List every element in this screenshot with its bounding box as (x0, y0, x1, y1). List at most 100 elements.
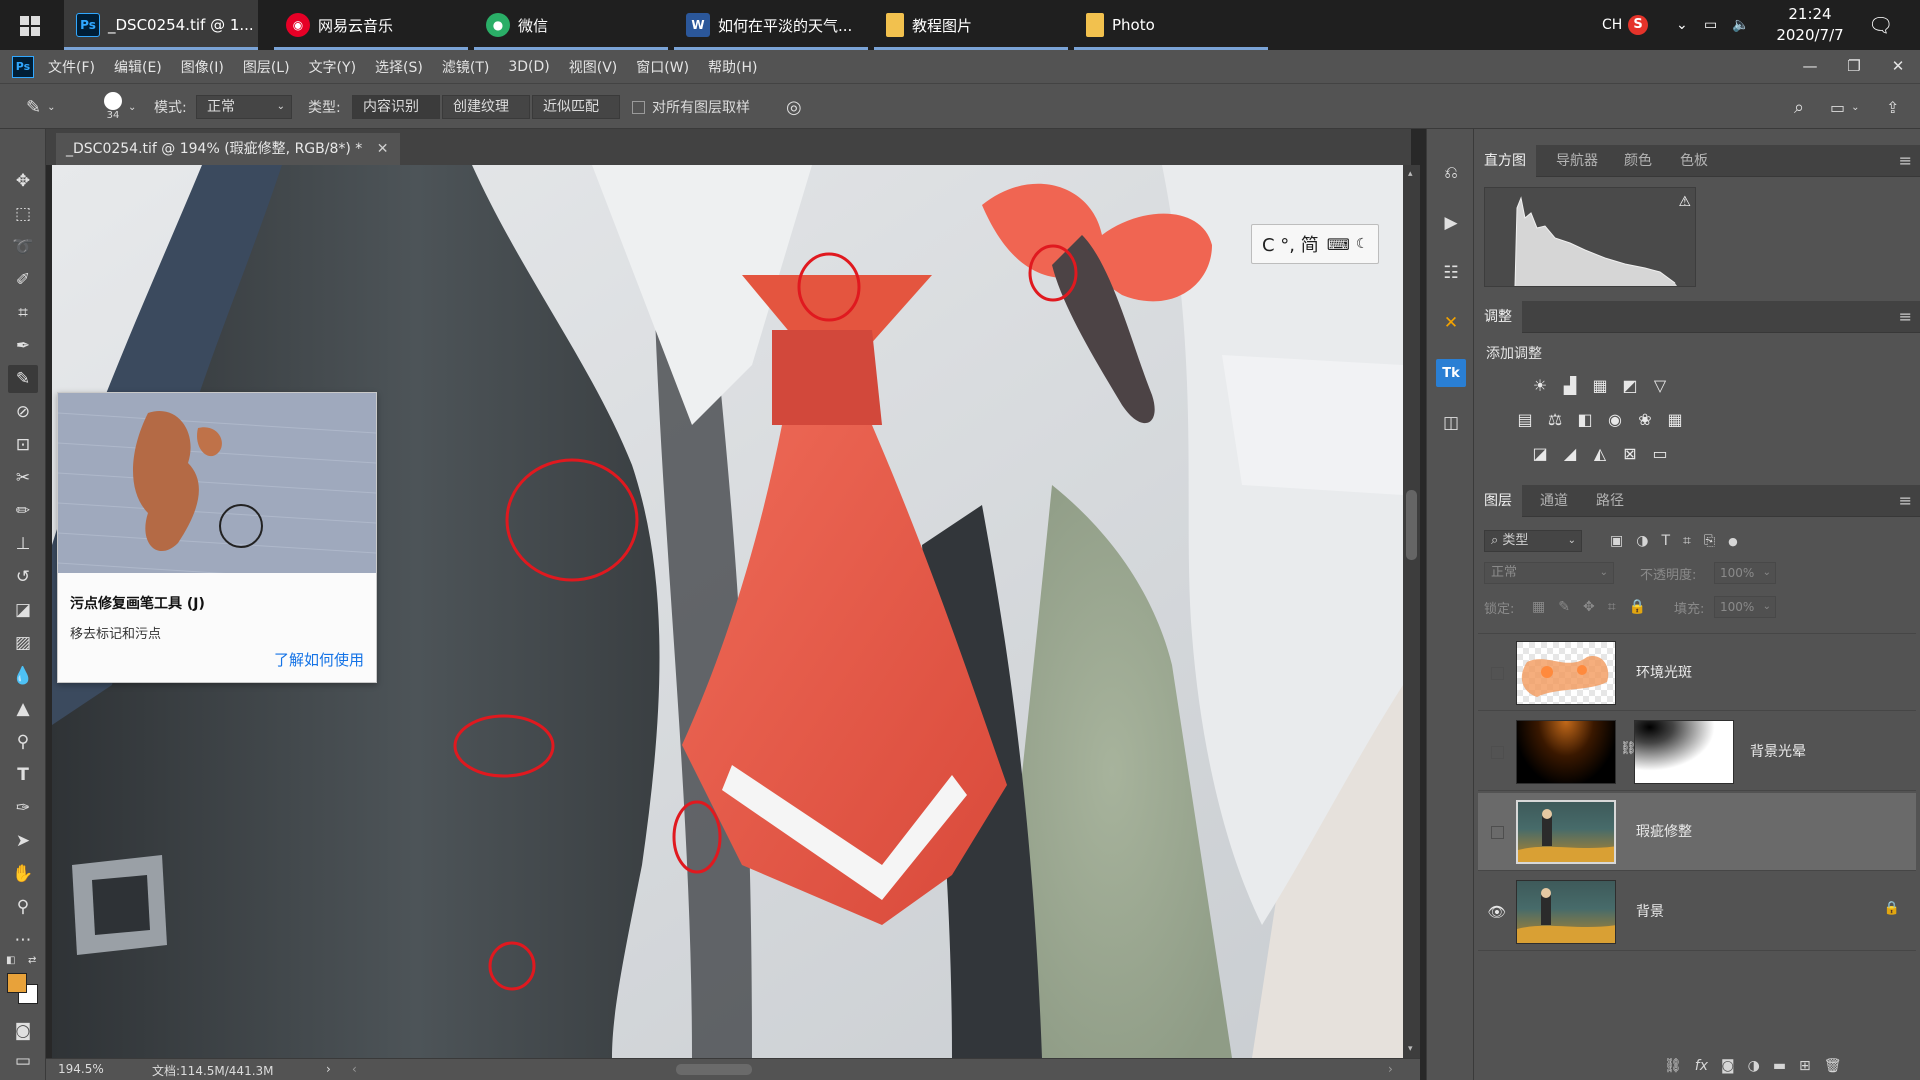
scroll-up-icon[interactable]: ▴ (1408, 169, 1413, 179)
type-proximity-match-button[interactable]: 近似匹配 (532, 95, 620, 119)
tab-color[interactable]: 颜色 (1624, 145, 1652, 177)
delete-layer-icon[interactable]: 🗑 (1824, 1058, 1842, 1074)
layer-row[interactable]: 环境光斑 (1478, 633, 1916, 711)
more-tools-icon[interactable]: ⋯ (8, 926, 38, 954)
restore-button[interactable]: ❐ (1832, 50, 1876, 83)
warning-icon[interactable]: ⚠ (1678, 194, 1691, 210)
clone-stamp-tool-icon[interactable]: ⊥ (8, 530, 38, 558)
vertical-scroll-thumb[interactable] (1406, 490, 1417, 560)
tab-paths[interactable]: 路径 (1596, 485, 1624, 517)
tray-expand-icon[interactable]: ⌄ (1676, 0, 1688, 50)
marquee-tool-icon[interactable]: ⬚ (8, 200, 38, 228)
document-tab[interactable]: _DSC0254.tif @ 194% (瑕疵修整, RGB/8*) * ✕ (56, 133, 401, 165)
quick-select-tool-icon[interactable]: ✐ (8, 266, 38, 294)
3d-panel-icon[interactable]: ◫ (1436, 409, 1466, 437)
menu-filter[interactable]: 滤镜(T) (442, 57, 489, 77)
network-icon[interactable]: ▭ (1704, 0, 1717, 50)
status-expand-icon[interactable]: › (326, 1062, 331, 1076)
link-layers-icon[interactable]: ⛓ (1664, 1058, 1682, 1074)
scroll-left-icon[interactable]: ‹ (352, 1062, 357, 1076)
taskbar-item-photoshop[interactable]: Ps _DSC0254.tif @ 1... (64, 0, 258, 50)
crop-tool-icon[interactable]: ⌗ (8, 299, 38, 327)
tk-plugin-icon[interactable]: Tk (1436, 359, 1466, 387)
color-balance-icon[interactable]: ⚖ (1544, 409, 1566, 429)
lasso-tool-icon[interactable]: ➰ (8, 233, 38, 261)
black-white-icon[interactable]: ◧ (1574, 409, 1596, 429)
photoshop-logo-icon[interactable]: Ps (12, 55, 34, 78)
fill-input[interactable]: 100% ⌄ (1714, 596, 1776, 618)
new-layer-icon[interactable]: ⊞ (1799, 1058, 1811, 1074)
gradient-tool-icon[interactable]: ▨ (8, 629, 38, 657)
taskbar-item-netease-music[interactable]: ◉ 网易云音乐 (274, 0, 468, 50)
panel-menu-icon[interactable]: ≡ (1899, 145, 1912, 177)
menu-edit[interactable]: 编辑(E) (114, 57, 162, 77)
posterize-icon[interactable]: ◢ (1559, 443, 1581, 463)
taskbar-item-wechat[interactable]: ● 微信 (474, 0, 668, 50)
scroll-right-icon[interactable]: › (1388, 1062, 1393, 1076)
tooltip-learn-link[interactable]: 了解如何使用 (274, 649, 364, 670)
spot-healing-brush-icon[interactable]: ✎ ⌄ (26, 84, 55, 130)
brightness-icon[interactable]: ☀ (1529, 375, 1551, 395)
exposure-icon[interactable]: ◩ (1619, 375, 1641, 395)
content-aware-move-icon[interactable]: ✂ (8, 464, 38, 492)
layer-visibility-toggle[interactable] (1486, 634, 1508, 712)
filter-toggle-icon[interactable]: ● (1728, 535, 1738, 548)
filter-pixel-icon[interactable]: ▣ (1610, 533, 1623, 549)
vibrance-icon[interactable]: ▽ (1649, 375, 1671, 395)
properties-panel-icon[interactable]: ☷ (1436, 259, 1466, 287)
eraser-tool-icon[interactable]: ◪ (8, 596, 38, 624)
tab-swatches[interactable]: 色板 (1680, 145, 1708, 177)
taskbar-clock[interactable]: 21:24 2020/7/7 (1760, 4, 1860, 46)
swap-colors-icon[interactable]: ⇄ (28, 955, 36, 966)
blend-mode-select[interactable]: 正常 ⌄ (1484, 562, 1614, 584)
lock-position-icon[interactable]: ✥ (1583, 599, 1595, 615)
new-adjustment-icon[interactable]: ◑ (1748, 1058, 1760, 1074)
sogou-ime-icon[interactable]: S (1628, 0, 1648, 50)
foreground-color-swatch[interactable] (7, 973, 27, 993)
menu-3d[interactable]: 3D(D) (508, 59, 549, 75)
panel-menu-icon[interactable]: ≡ (1899, 485, 1912, 517)
pen-tool-icon[interactable]: ✑ (8, 794, 38, 822)
taskbar-item-folder-tutorial[interactable]: 教程图片 (874, 0, 1068, 50)
layer-row[interactable]: 👁 背景 🔒 (1478, 873, 1916, 951)
brush-picker[interactable]: 34 (95, 84, 131, 130)
vertical-scrollbar[interactable]: ▴ ▾ (1403, 165, 1420, 1058)
zoom-level[interactable]: 194.5% (58, 1062, 104, 1076)
menu-select[interactable]: 选择(S) (375, 57, 423, 77)
lock-pixels-icon[interactable]: ✎ (1558, 599, 1570, 615)
sample-all-layers-checkbox[interactable]: 对所有图层取样 (632, 84, 750, 130)
layer-visibility-toggle[interactable] (1486, 713, 1508, 791)
taskbar-item-word[interactable]: W 如何在平淡的天气... (674, 0, 868, 50)
sharpen-tool-icon[interactable]: ▲ (8, 695, 38, 723)
pressure-size-icon[interactable]: ◎ (786, 84, 802, 130)
ime-language-indicator[interactable]: CH (1602, 0, 1622, 50)
history-panel-icon[interactable]: ⎌ (1436, 159, 1466, 187)
lock-all-icon[interactable]: 🔒 (1629, 599, 1646, 615)
menu-layer[interactable]: 图层(L) (243, 57, 290, 77)
close-button[interactable]: ✕ (1876, 50, 1920, 83)
menu-view[interactable]: 视图(V) (569, 57, 618, 77)
patch-tool-icon[interactable]: ⊡ (8, 431, 38, 459)
taskbar-item-folder-photo[interactable]: Photo (1074, 0, 1268, 50)
hue-saturation-icon[interactable]: ▤ (1514, 409, 1536, 429)
horizontal-scroll-thumb[interactable] (676, 1064, 752, 1075)
quick-mask-icon[interactable]: ◙ (8, 1017, 38, 1045)
panel-menu-icon[interactable]: ≡ (1899, 301, 1912, 333)
layer-visibility-toggle[interactable] (1486, 793, 1508, 871)
tab-layers[interactable]: 图层 (1474, 485, 1522, 517)
plugin-x-icon[interactable]: ✕ (1436, 309, 1466, 337)
notification-center-icon[interactable]: 🗨 (1868, 0, 1893, 50)
minimize-button[interactable]: — (1788, 50, 1832, 83)
close-tab-icon[interactable]: ✕ (377, 141, 389, 157)
history-brush-tool-icon[interactable]: ↺ (8, 563, 38, 591)
filter-shape-icon[interactable]: ⌗ (1683, 533, 1691, 549)
spot-healing-brush-tool-icon[interactable]: ✎ (8, 365, 38, 393)
curves-icon[interactable]: ▦ (1589, 375, 1611, 395)
gradient-map-icon[interactable]: ▭ (1649, 443, 1671, 463)
channel-mixer-icon[interactable]: ❀ (1634, 409, 1656, 429)
new-group-icon[interactable]: ▬ (1773, 1058, 1786, 1074)
menu-window[interactable]: 窗口(W) (636, 57, 689, 77)
tab-navigator[interactable]: 导航器 (1556, 145, 1598, 177)
layer-mask-thumbnail[interactable] (1634, 720, 1734, 784)
layer-filter-select[interactable]: ⌕ 类型 ⌄ (1484, 530, 1582, 552)
